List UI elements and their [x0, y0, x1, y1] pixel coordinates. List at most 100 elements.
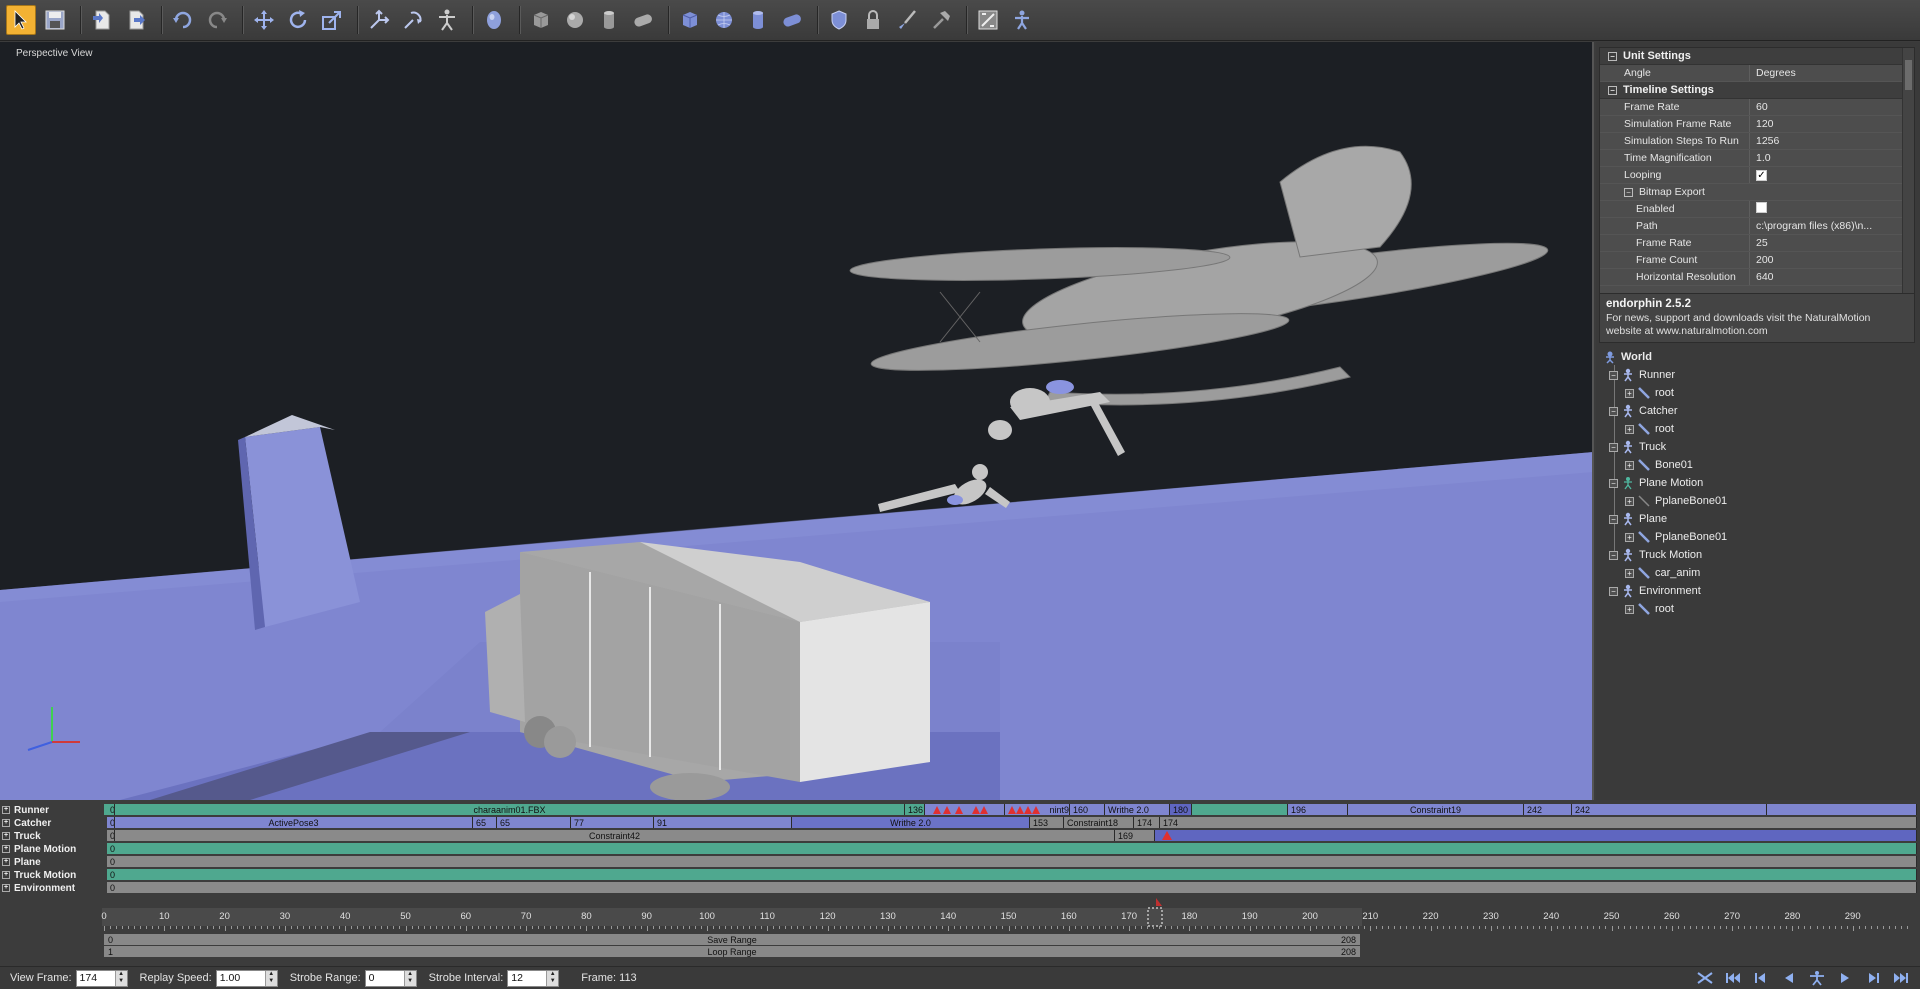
track-segment[interactable]: Constraint19: [1348, 804, 1524, 815]
tree-item-plane-motion[interactable]: − Plane Motion: [1609, 475, 1703, 491]
collapse-icon[interactable]: −: [1609, 406, 1618, 416]
spin-arrows[interactable]: ▲ ▼: [403, 970, 416, 986]
tree-item-environment-root[interactable]: + root: [1625, 601, 1674, 617]
enabled-checkbox[interactable]: [1756, 202, 1767, 213]
cylinder-collision-button[interactable]: [743, 5, 773, 35]
behaviour-button[interactable]: [1007, 5, 1037, 35]
track-segment[interactable]: 153: [1030, 817, 1064, 828]
timeline-settings-group[interactable]: − Timeline Settings: [1600, 82, 1914, 99]
tree-item-truck-bone[interactable]: + Bone01: [1625, 457, 1693, 473]
tree-item-runner[interactable]: − Runner: [1609, 367, 1675, 383]
move-button[interactable]: [249, 5, 279, 35]
import-button[interactable]: [87, 5, 117, 35]
spin-arrows[interactable]: ▲ ▼: [546, 970, 559, 986]
tree-item-catcher[interactable]: − Catcher: [1609, 403, 1678, 419]
track-segment[interactable]: [1155, 830, 1917, 841]
track-segment[interactable]: 160: [1070, 804, 1105, 815]
track-segment[interactable]: charaanim01.FBX: [115, 804, 905, 815]
track-segment[interactable]: 174: [1160, 817, 1917, 828]
property-value[interactable]: 60: [1750, 101, 1914, 113]
tree-item-plane-bone[interactable]: + PplaneBone01: [1625, 529, 1727, 545]
redo-button[interactable]: [202, 5, 232, 35]
track-runner[interactable]: + Runner 0 charaanim01.FBX 136 nint9 160 …: [0, 804, 1920, 816]
collapse-icon[interactable]: −: [1624, 187, 1633, 197]
track-segment[interactable]: 0: [107, 856, 1917, 867]
rotate-button[interactable]: [283, 5, 313, 35]
select-tool-button[interactable]: [6, 5, 36, 35]
track-segment[interactable]: 169: [1115, 830, 1155, 841]
track-plane[interactable]: + Plane 0: [0, 856, 1920, 868]
save-button[interactable]: [40, 5, 70, 35]
track-segment[interactable]: 91: [654, 817, 792, 828]
expand-icon[interactable]: +: [2, 884, 10, 892]
scene-render[interactable]: [0, 42, 1594, 800]
track-segment[interactable]: 180: [1170, 804, 1192, 815]
strobe-range-spinbox[interactable]: 0 ▲ ▼: [364, 969, 417, 987]
expand-icon[interactable]: +: [1625, 388, 1634, 398]
collapse-icon[interactable]: −: [1608, 51, 1617, 61]
tree-item-truck[interactable]: − Truck: [1609, 439, 1666, 455]
scrollbar-thumb[interactable]: [1905, 60, 1912, 90]
tree-item-catcher-root[interactable]: + root: [1625, 421, 1674, 437]
box-collision-button[interactable]: [675, 5, 705, 35]
play-button[interactable]: [1834, 969, 1856, 987]
property-value[interactable]: 640: [1750, 271, 1914, 283]
sphere-button[interactable]: [560, 5, 590, 35]
property-row-simulation-steps[interactable]: Simulation Steps To Run 1256: [1600, 133, 1914, 150]
track-segment[interactable]: ActivePose3: [115, 817, 473, 828]
cylinder-button[interactable]: [594, 5, 624, 35]
property-row-simulation-frame-rate[interactable]: Simulation Frame Rate 120: [1600, 116, 1914, 133]
sphere-collision-button[interactable]: [709, 5, 739, 35]
track-segment[interactable]: nint9: [1005, 804, 1070, 815]
track-segment[interactable]: Constraint42: [115, 830, 1115, 841]
track-segment[interactable]: Writhe 2.0: [792, 817, 1030, 828]
ragdoll-button[interactable]: [479, 5, 509, 35]
track-label[interactable]: + Plane Motion: [2, 843, 102, 855]
property-value[interactable]: 120: [1750, 118, 1914, 130]
properties-grid[interactable]: − Unit Settings Angle Degrees − Timeline…: [1599, 47, 1915, 299]
track-segment[interactable]: 65: [473, 817, 497, 828]
go-end-button[interactable]: [1890, 969, 1912, 987]
track-truck-motion[interactable]: + Truck Motion 0: [0, 869, 1920, 881]
track-segment[interactable]: 0: [107, 882, 1917, 893]
collapse-icon[interactable]: −: [1609, 586, 1618, 596]
expand-icon[interactable]: +: [2, 871, 10, 879]
property-row-horizontal-resolution[interactable]: Horizontal Resolution 640: [1600, 269, 1914, 286]
save-range-bar[interactable]: 0 Save Range 208: [104, 934, 1360, 945]
bone-move-button[interactable]: [364, 5, 394, 35]
track-segment[interactable]: 174: [1134, 817, 1160, 828]
shield-button[interactable]: [824, 5, 854, 35]
track-label[interactable]: + Runner: [2, 804, 102, 816]
expand-icon[interactable]: +: [1625, 460, 1634, 470]
timeline-ruler[interactable]: 0 10 20 30 40 50 60 70 80 90 100 110 120 130 140 150 160…: [98, 896, 1920, 962]
property-value[interactable]: 1256: [1750, 135, 1914, 147]
loop-range-bar[interactable]: 1 Loop Range 208: [104, 946, 1360, 957]
property-value[interactable]: Degrees: [1750, 67, 1914, 79]
expand-icon[interactable]: +: [2, 845, 10, 853]
loop-button[interactable]: [1694, 969, 1716, 987]
property-value[interactable]: 25: [1750, 237, 1914, 249]
track-segment[interactable]: Constraint18: [1064, 817, 1134, 828]
track-segment[interactable]: [1767, 804, 1917, 815]
bitmap-export-group[interactable]: − Bitmap Export: [1600, 184, 1914, 201]
track-plane-motion[interactable]: + Plane Motion 0: [0, 843, 1920, 855]
tree-item-truck-motion[interactable]: − Truck Motion: [1609, 547, 1702, 563]
property-row-frame-rate[interactable]: Frame Rate 60: [1600, 99, 1914, 116]
track-segment[interactable]: 196: [1288, 804, 1348, 815]
bone-rotate-button[interactable]: [398, 5, 428, 35]
collapse-icon[interactable]: −: [1609, 442, 1618, 452]
tree-item-truck-motion-anim[interactable]: + car_anim: [1625, 565, 1700, 581]
expand-icon[interactable]: +: [1625, 496, 1634, 506]
track-segment[interactable]: 242: [1572, 804, 1767, 815]
expand-icon[interactable]: +: [1625, 568, 1634, 578]
property-row-frame-count[interactable]: Frame Count 200: [1600, 252, 1914, 269]
perspective-viewport[interactable]: Perspective View: [0, 42, 1594, 800]
undo-button[interactable]: [168, 5, 198, 35]
collapse-icon[interactable]: −: [1609, 478, 1618, 488]
looping-checkbox[interactable]: ✓: [1756, 170, 1767, 182]
track-segment[interactable]: 65: [497, 817, 571, 828]
capsule-collision-button[interactable]: [777, 5, 807, 35]
expand-icon[interactable]: +: [1625, 532, 1634, 542]
collapse-icon[interactable]: −: [1608, 85, 1617, 95]
track-segment[interactable]: 242: [1524, 804, 1572, 815]
